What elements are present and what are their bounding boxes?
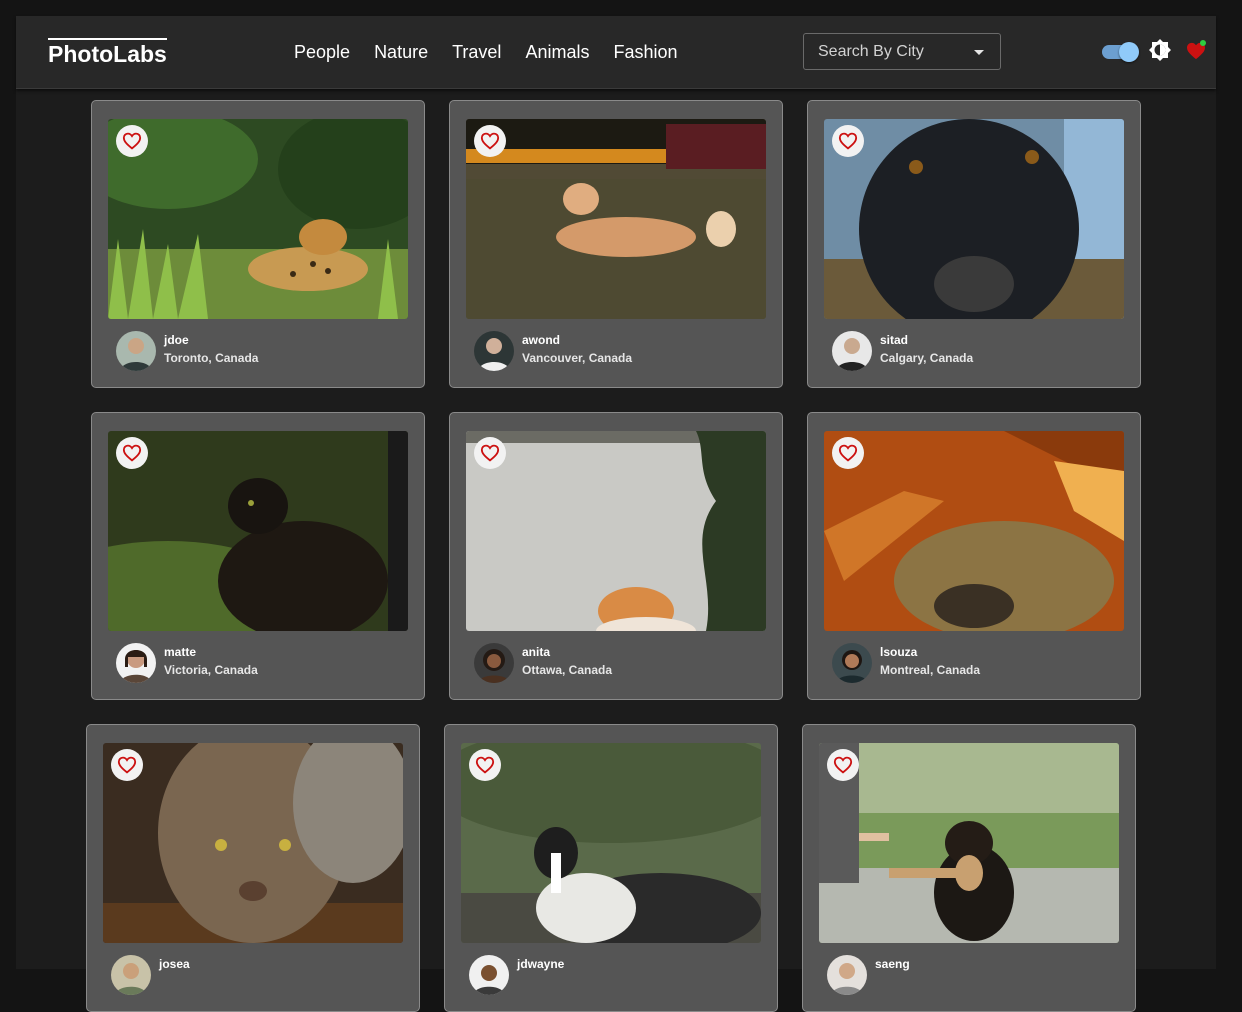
heart-outline-icon: [838, 132, 858, 150]
heart-outline-icon: [475, 756, 495, 774]
avatar: [827, 955, 867, 995]
photo-username: sitad: [880, 333, 909, 347]
avatar: [832, 331, 872, 371]
photo-card: lsouza Montreal, Canada: [807, 412, 1141, 700]
photo-username: awond: [522, 333, 560, 347]
favorite-button[interactable]: [116, 437, 148, 469]
photo-location: Montreal, Canada: [880, 663, 981, 677]
heart-outline-icon: [833, 756, 853, 774]
heart-outline-icon: [117, 756, 137, 774]
avatar: [469, 955, 509, 995]
photolabs-app: PhotoLabs People Nature Travel Animals F…: [16, 16, 1216, 1012]
notification-dot-icon: [1200, 40, 1206, 46]
brightness-icon[interactable]: [1148, 38, 1172, 62]
photo-username: lsouza: [880, 645, 918, 659]
photo-image[interactable]: [819, 743, 1119, 943]
avatar: [111, 955, 151, 995]
app-logo[interactable]: PhotoLabs: [48, 38, 167, 66]
top-nav-bar: PhotoLabs People Nature Travel Animals F…: [16, 16, 1216, 89]
heart-outline-icon: [122, 444, 142, 462]
city-search-select[interactable]: Search By City: [803, 33, 1001, 70]
photo-card: matte Victoria, Canada: [91, 412, 425, 700]
photo-location: Vancouver, Canada: [522, 351, 633, 365]
toggle-knob: [1119, 42, 1139, 62]
heart-outline-icon: [122, 132, 142, 150]
favorites-badge[interactable]: [1186, 40, 1208, 60]
theme-toggle-switch[interactable]: [1102, 42, 1139, 62]
topic-fashion[interactable]: Fashion: [613, 40, 677, 64]
topic-travel[interactable]: Travel: [452, 40, 501, 64]
avatar: [116, 643, 156, 683]
favorite-button[interactable]: [116, 125, 148, 157]
avatar: [832, 643, 872, 683]
photo-card: jdoe Toronto, Canada: [91, 100, 425, 388]
photo-location: Victoria, Canada: [164, 663, 258, 677]
photo-username: matte: [164, 645, 197, 659]
topic-nature[interactable]: Nature: [374, 40, 428, 64]
photo-card: anita Ottawa, Canada: [449, 412, 783, 700]
photo-location: Ottawa, Canada: [522, 663, 613, 677]
city-select-placeholder: Search By City: [818, 43, 924, 60]
heart-outline-icon: [480, 444, 500, 462]
favorite-button[interactable]: [469, 749, 501, 781]
chevron-down-icon: [974, 50, 984, 55]
topic-animals[interactable]: Animals: [525, 40, 589, 64]
photo-image[interactable]: [108, 431, 408, 631]
photo-image[interactable]: [824, 119, 1124, 319]
favorite-button[interactable]: [111, 749, 143, 781]
heart-outline-icon: [838, 444, 858, 462]
photo-image[interactable]: [461, 743, 761, 943]
avatar: [474, 643, 514, 683]
photo-card: sitad Calgary, Canada: [807, 100, 1141, 388]
favorite-button[interactable]: [474, 125, 506, 157]
favorite-button[interactable]: [832, 125, 864, 157]
photo-username: jdoe: [164, 333, 189, 347]
photo-card: awond Vancouver, Canada: [449, 100, 783, 388]
favorite-button[interactable]: [474, 437, 506, 469]
topic-people[interactable]: People: [294, 40, 350, 64]
photo-location: Calgary, Canada: [880, 351, 974, 365]
topic-list: People Nature Travel Animals Fashion: [294, 40, 678, 64]
avatar: [474, 331, 514, 371]
photo-location: Toronto, Canada: [164, 351, 259, 365]
photo-image[interactable]: [466, 431, 766, 631]
photo-image[interactable]: [824, 431, 1124, 631]
favorite-button[interactable]: [827, 749, 859, 781]
favorite-button[interactable]: [832, 437, 864, 469]
photo-image[interactable]: [466, 119, 766, 319]
photo-image[interactable]: [103, 743, 403, 943]
photo-username: anita: [522, 645, 551, 659]
photo-image[interactable]: [108, 119, 408, 319]
heart-outline-icon: [480, 132, 500, 150]
avatar: [116, 331, 156, 371]
